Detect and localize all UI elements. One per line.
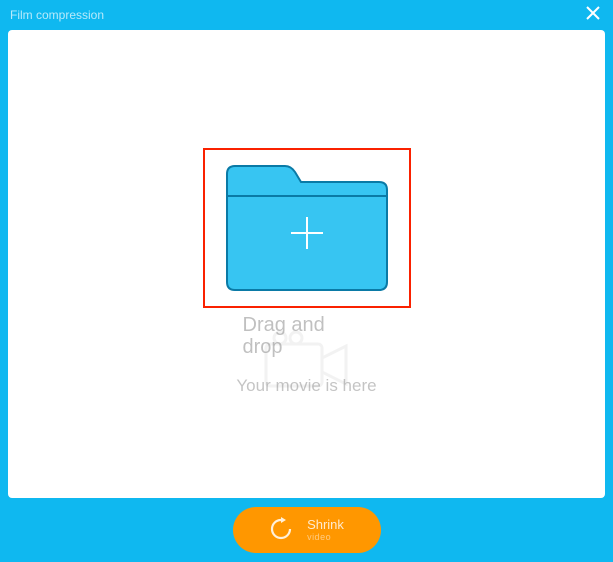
folder-icon xyxy=(221,162,393,294)
dropzone-label: Drag and drop xyxy=(203,314,411,358)
close-icon xyxy=(586,6,600,25)
plus-icon xyxy=(289,215,325,251)
app-window: Film compression xyxy=(0,0,613,562)
refresh-icon xyxy=(269,517,293,544)
shrink-button[interactable]: Shrink video xyxy=(233,507,381,553)
dropzone-label-line1: Drag and xyxy=(243,314,325,336)
dropzone-subtitle: Your movie is here xyxy=(236,376,376,396)
window-title: Film compression xyxy=(10,8,104,22)
action-bar: Shrink video xyxy=(0,498,613,562)
dropzone-label-line2: drop xyxy=(243,336,283,358)
shrink-button-sublabel: video xyxy=(307,533,331,542)
shrink-button-label: Shrink xyxy=(307,518,344,531)
file-dropzone[interactable] xyxy=(203,148,411,308)
titlebar: Film compression xyxy=(0,0,613,30)
content-card: Drag and drop Your movie is here xyxy=(8,30,605,498)
close-button[interactable] xyxy=(583,5,603,25)
shrink-button-text: Shrink video xyxy=(307,518,344,542)
